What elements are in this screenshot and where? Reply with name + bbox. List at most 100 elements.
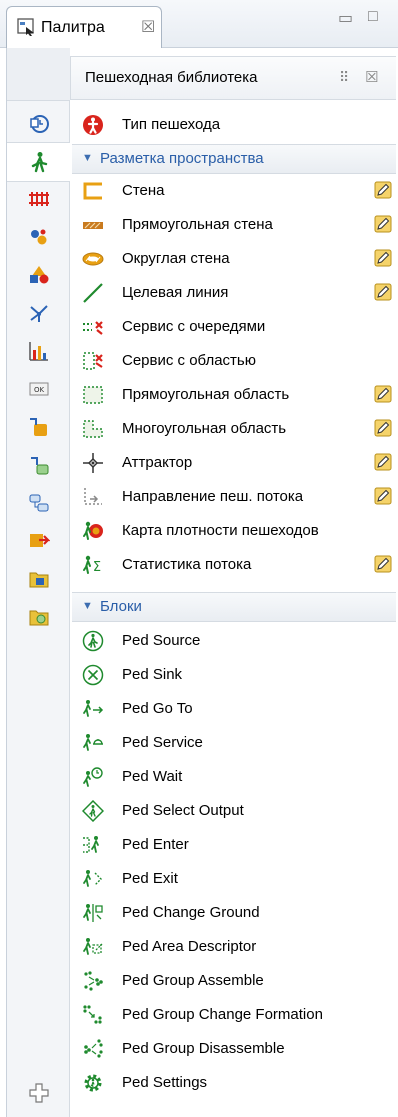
- ped-sink-icon: [82, 664, 104, 686]
- list-item-ped-sink[interactable]: Ped Sink: [70, 658, 398, 692]
- list-item-ped-enter[interactable]: Ped Enter: [70, 828, 398, 862]
- flow-stats-icon: Σ: [83, 555, 101, 575]
- list-item-ped-wait[interactable]: Ped Wait: [70, 760, 398, 794]
- wall-icon: [83, 182, 102, 200]
- palette-tab[interactable]: Палитра ☒: [6, 6, 162, 48]
- list-item-label: Ped Change Ground: [122, 904, 260, 921]
- close-icon[interactable]: ☒: [365, 68, 378, 86]
- list-item-ped-goto[interactable]: Ped Go To: [70, 692, 398, 726]
- presentation-icon: [29, 266, 48, 284]
- ped-goto-icon: [83, 700, 104, 717]
- strip-item-process[interactable]: [7, 104, 70, 142]
- grid-view-icon[interactable]: ⠿: [339, 69, 349, 86]
- strip-item-add[interactable]: [7, 1074, 70, 1112]
- ped-settings-icon: [84, 1074, 102, 1092]
- list-item-label: Тип пешехода: [122, 116, 221, 133]
- list-item-label: Ped Service: [122, 734, 203, 751]
- list-item-label: Сервис с областью: [122, 352, 256, 369]
- list-item-rect-area[interactable]: Прямоугольная область: [70, 378, 398, 412]
- maximize-icon[interactable]: □: [368, 8, 378, 26]
- palette-view: Палитра ☒ ▭ □ OK Пешеходная библиотека ⠿…: [0, 0, 398, 1117]
- system-dynamics-icon: [30, 457, 48, 475]
- strip-item-presentation[interactable]: [7, 256, 70, 294]
- strip-item-network[interactable]: [7, 294, 70, 332]
- list-item-area-service[interactable]: Сервис с областью: [70, 344, 398, 378]
- strip-item-pedestrian[interactable]: [7, 142, 70, 182]
- list-item-label: Сервис с очередями: [122, 318, 266, 335]
- strip-item-statechart[interactable]: [7, 484, 70, 522]
- list-item-wall[interactable]: Стена: [70, 174, 398, 208]
- list-item-ped-settings[interactable]: Ped Settings: [70, 1066, 398, 1100]
- pencil-icon[interactable]: [374, 283, 392, 301]
- list-item-ped-select-output[interactable]: Ped Select Output: [70, 794, 398, 828]
- queue-service-icon: [83, 321, 103, 335]
- list-item-label: Ped Exit: [122, 870, 178, 887]
- list-item-ped-group-disassemble[interactable]: Ped Group Disassemble: [70, 1032, 398, 1066]
- pencil-icon[interactable]: [374, 385, 392, 403]
- section-blocks[interactable]: ▼ Блоки: [72, 592, 396, 622]
- list-item-ped-area-descriptor[interactable]: Ped Area Descriptor: [70, 930, 398, 964]
- pencil-icon[interactable]: [374, 419, 392, 437]
- list-item-label: Стена: [122, 182, 165, 199]
- rail-library-icon: [28, 192, 49, 206]
- minimize-icon[interactable]: ▭: [338, 8, 353, 28]
- list-item-label: Ped Area Descriptor: [122, 938, 257, 955]
- pencil-icon[interactable]: [374, 249, 392, 267]
- list-item-attractor[interactable]: Аттрактор: [70, 446, 398, 480]
- list-item-flow-direction[interactable]: Направление пеш. потока: [70, 480, 398, 514]
- list-item-ped-change-ground[interactable]: Ped Change Ground: [70, 896, 398, 930]
- pedestrian-type-icon: [83, 115, 103, 135]
- section-space-markup[interactable]: ▼ Разметка пространства: [72, 144, 396, 174]
- list-item-pedestrian-type[interactable]: Тип пешехода: [70, 108, 398, 142]
- strip-item-agent[interactable]: [7, 218, 70, 256]
- list-item-ped-exit[interactable]: Ped Exit: [70, 862, 398, 896]
- list-item-target-line[interactable]: Целевая линия: [70, 276, 398, 310]
- strip-item-actions[interactable]: [7, 522, 70, 560]
- ped-group-assemble-icon: [84, 971, 103, 991]
- list-item-density-map[interactable]: Карта плотности пешеходов: [70, 514, 398, 548]
- round-wall-icon: [82, 252, 104, 266]
- list-item-label: Направление пеш. потока: [122, 488, 304, 505]
- ped-group-change-formation-icon: [83, 1005, 102, 1024]
- pencil-icon[interactable]: [374, 453, 392, 471]
- list-item-flow-stats[interactable]: Σ Статистика потока: [70, 548, 398, 582]
- list-item-label: Прямоугольная область: [122, 386, 290, 403]
- list-item-queue-service[interactable]: Сервис с очередями: [70, 310, 398, 344]
- list-item-label: Аттрактор: [122, 454, 193, 471]
- statechart-icon: [29, 494, 48, 512]
- strip-item-controls[interactable]: OK: [7, 370, 70, 408]
- ped-group-disassemble-icon: [84, 1039, 103, 1058]
- rect-area-icon: [83, 386, 103, 404]
- list-item-poly-area[interactable]: Многоугольная область: [70, 412, 398, 446]
- list-item-label: Округлая стена: [122, 250, 230, 267]
- strip-item-system-dynamics[interactable]: [7, 446, 70, 484]
- pencil-icon[interactable]: [374, 487, 392, 505]
- list-item-ped-source[interactable]: Ped Source: [70, 624, 398, 658]
- 3d-objects-icon: [29, 610, 48, 626]
- ped-enter-icon: [83, 836, 99, 853]
- library-title: Пешеходная библиотека: [85, 69, 258, 86]
- svg-text:OK: OK: [33, 386, 44, 394]
- close-icon[interactable]: ☒: [141, 17, 155, 37]
- list-item-label: Ped Group Change Formation: [122, 1006, 323, 1023]
- palette-icon: [17, 18, 34, 36]
- strip-item-3d-objects[interactable]: [7, 598, 70, 636]
- strip-item-connectivity[interactable]: [7, 408, 70, 446]
- pencil-icon[interactable]: [374, 555, 392, 573]
- pencil-icon[interactable]: [374, 181, 392, 199]
- list-item-ped-group-assemble[interactable]: Ped Group Assemble: [70, 964, 398, 998]
- strip-item-pictures[interactable]: [7, 560, 70, 598]
- strip-item-analysis[interactable]: [7, 332, 70, 370]
- palette-tab-label: Палитра: [41, 19, 105, 36]
- strip-item-rail[interactable]: [7, 180, 70, 218]
- list-item-round-wall[interactable]: Округлая стена: [70, 242, 398, 276]
- pencil-icon[interactable]: [374, 215, 392, 233]
- area-service-icon: [83, 352, 103, 370]
- list-item-ped-service[interactable]: Ped Service: [70, 726, 398, 760]
- list-item-ped-group-change-formation[interactable]: Ped Group Change Formation: [70, 998, 398, 1032]
- flow-direction-icon: [84, 488, 102, 505]
- list-item-rect-wall[interactable]: Прямоугольная стена: [70, 208, 398, 242]
- list-item-label: Статистика потока: [122, 556, 252, 573]
- list-item-label: Ped Sink: [122, 666, 183, 683]
- strip-header: [7, 48, 70, 101]
